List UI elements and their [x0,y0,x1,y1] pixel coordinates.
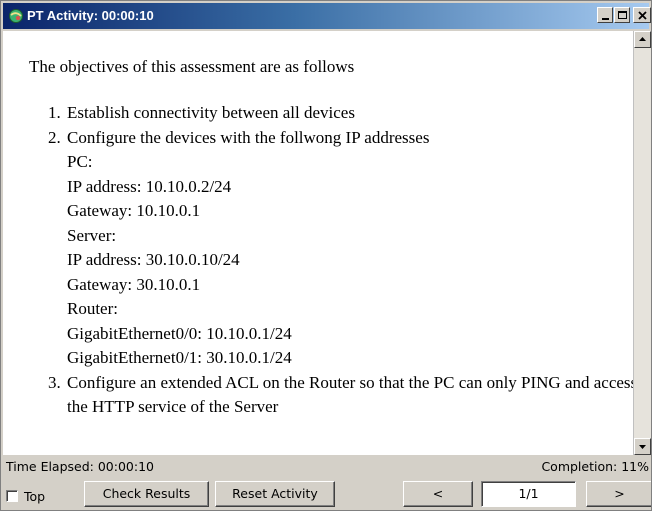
minimize-button[interactable] [597,7,613,23]
pc-heading: PC: [67,152,93,171]
title-bar[interactable]: PT Activity: 00:00:10 [3,3,651,29]
close-icon [638,11,647,20]
router-heading: Router: [67,299,118,318]
completion-percentage: Completion: 11% [541,459,649,474]
time-elapsed: Time Elapsed: 00:00:10 [6,459,154,474]
previous-page-button[interactable]: < [403,481,473,507]
objective-text: Configure an extended ACL on the Router … [67,372,633,417]
objective-text: Establish connectivity between all devic… [67,103,355,122]
objectives-list: Establish connectivity between all devic… [29,101,633,420]
objective-item: Configure the devices with the follwong … [65,126,633,371]
vertical-scrollbar[interactable] [633,31,651,455]
minimize-icon [602,18,609,20]
maximize-icon [618,11,627,19]
top-checkbox-label: Top [24,488,46,504]
maximize-button[interactable] [614,7,630,23]
pt-activity-window: PT Activity: 00:00:10 The objectives of … [0,0,652,511]
router-g0-0-address: GigabitEthernet0/0: 10.10.0.1/24 [67,323,292,343]
scroll-up-arrow-icon [639,37,646,41]
packet-tracer-icon [8,8,24,24]
objective-item: Configure an extended ACL on the Router … [65,371,633,420]
server-gateway: Gateway: 30.10.0.1 [67,274,201,294]
next-page-button[interactable]: > [586,481,651,507]
status-panel: Time Elapsed: 00:00:10 Completion: 11% T… [1,456,651,510]
top-checkbox[interactable] [6,490,18,502]
server-heading: Server: [67,225,117,245]
window-title: PT Activity: 00:00:10 [27,8,154,23]
page-number-field[interactable]: 1/1 [481,481,576,507]
objective-text: Configure the devices with the follwong … [67,127,430,147]
close-button[interactable] [633,7,651,23]
instructions-pane[interactable]: The objectives of this assessment are as… [3,31,633,455]
server-ip-address: IP address: 30.10.0.10/24 [67,250,240,269]
intro-text: The objectives of this assessment are as… [29,57,355,76]
router-g0-1-address: GigabitEthernet0/1: 30.10.0.1/24 [67,348,292,367]
scroll-up-button[interactable] [634,31,651,48]
objective-item: Establish connectivity between all devic… [65,101,633,126]
scroll-down-arrow-icon [639,445,646,449]
top-checkbox-group[interactable]: Top [6,486,45,506]
pc-ip-address: IP address: 10.10.0.2/24 [67,176,232,196]
reset-activity-button[interactable]: Reset Activity [215,481,335,507]
check-results-button[interactable]: Check Results [84,481,209,507]
pc-gateway: Gateway: 10.10.0.1 [67,201,201,220]
scroll-down-button[interactable] [634,438,651,455]
